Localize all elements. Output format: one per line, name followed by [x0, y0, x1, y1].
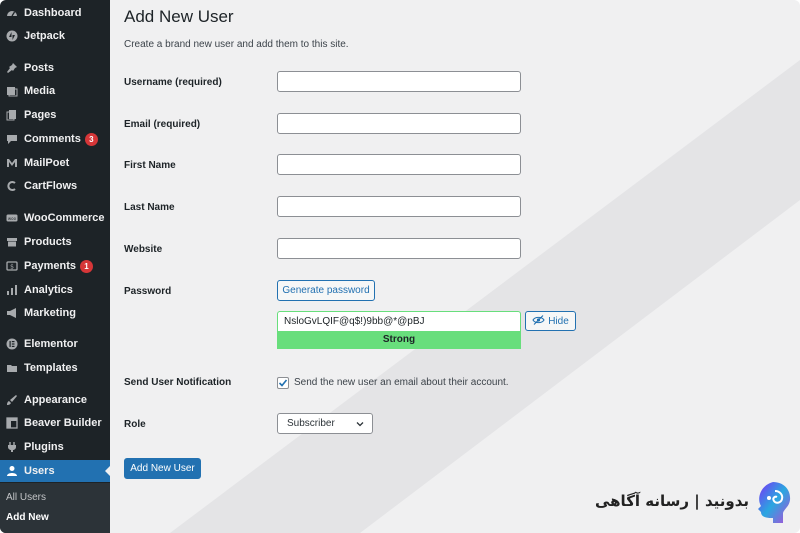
sidebar-item-comments[interactable]: Comments 3: [0, 128, 110, 150]
sidebar-item-woocommerce[interactable]: woo WooCommerce: [0, 207, 110, 229]
sidebar-item-mailpoet[interactable]: MailPoet: [0, 152, 110, 174]
jetpack-icon: [5, 29, 19, 43]
sidebar-item-plugins[interactable]: Plugins: [0, 436, 110, 458]
sidebar-item-label: Beaver Builder: [24, 417, 102, 429]
sidebar-item-label: Marketing: [24, 307, 76, 319]
sidebar-item-dashboard[interactable]: Dashboard: [0, 2, 110, 24]
checkmark-icon: [278, 379, 288, 387]
sidebar-item-analytics[interactable]: Analytics: [0, 279, 110, 301]
analytics-icon: [5, 283, 19, 297]
comments-count-badge: 3: [84, 132, 98, 146]
notification-label: Send User Notification: [124, 377, 232, 388]
sidebar-item-label: Jetpack: [24, 30, 65, 42]
watermark: بدونید | رسانه آگاهی: [594, 480, 795, 528]
first-name-input[interactable]: [277, 154, 521, 175]
admin-sidebar: Dashboard Jetpack Posts Media Pages Comm…: [0, 0, 110, 533]
elementor-icon: [5, 337, 19, 351]
sidebar-item-label: Comments: [24, 133, 81, 145]
megaphone-icon: [5, 306, 19, 320]
folder-icon: [5, 361, 19, 375]
watermark-text: بدونید | رسانه آگاهی: [594, 492, 749, 510]
submenu-item-all-users[interactable]: All Users: [6, 492, 46, 503]
users-submenu: All Users Add New: [0, 483, 110, 533]
sidebar-item-label: Appearance: [24, 394, 87, 406]
send-notification-checkbox[interactable]: [277, 377, 289, 389]
sidebar-item-label: Analytics: [24, 284, 73, 296]
sidebar-item-pages[interactable]: Pages: [0, 104, 110, 126]
user-icon: [5, 464, 19, 478]
sidebar-item-marketing[interactable]: Marketing: [0, 302, 110, 324]
woocommerce-icon: woo: [5, 211, 19, 225]
cartflows-icon: [5, 179, 19, 193]
sidebar-item-label: Payments: [24, 260, 76, 272]
sidebar-item-label: Dashboard: [24, 7, 82, 19]
sidebar-item-payments[interactable]: $ Payments 1: [0, 255, 110, 277]
website-input[interactable]: [277, 238, 521, 259]
mailpoet-icon: [5, 156, 19, 170]
eye-slash-icon: [532, 314, 545, 328]
chevron-down-icon: [356, 422, 364, 427]
submenu-item-add-new[interactable]: Add New: [6, 512, 49, 523]
hide-password-button[interactable]: Hide: [525, 311, 576, 331]
wp-admin-window: Dashboard Jetpack Posts Media Pages Comm…: [0, 0, 800, 533]
page-title: Add New User: [124, 7, 234, 26]
payments-count-badge: 1: [79, 259, 93, 273]
comment-icon: [5, 132, 19, 146]
sidebar-item-cartflows[interactable]: CartFlows: [0, 175, 110, 197]
sidebar-item-label: Templates: [24, 362, 78, 374]
plug-icon: [5, 440, 19, 454]
payments-icon: $: [5, 259, 19, 273]
last-name-input[interactable]: [277, 196, 521, 217]
password-input[interactable]: [277, 311, 521, 331]
svg-text:$: $: [10, 264, 14, 271]
sidebar-item-label: WooCommerce: [24, 212, 105, 224]
sidebar-item-jetpack[interactable]: Jetpack: [0, 25, 110, 47]
role-label: Role: [124, 419, 146, 430]
website-label: Website: [124, 244, 163, 255]
sidebar-item-label: Pages: [24, 109, 57, 121]
pages-icon: [5, 108, 19, 122]
role-selected-value: Subscriber: [287, 418, 335, 429]
sidebar-item-templates[interactable]: Templates: [0, 357, 110, 379]
sidebar-item-media[interactable]: Media: [0, 80, 110, 102]
username-input[interactable]: [277, 71, 521, 92]
archive-icon: [5, 235, 19, 249]
page-description: Create a brand new user and add them to …: [124, 39, 349, 50]
dashboard-icon: [5, 6, 19, 20]
password-strength-indicator: Strong: [277, 331, 521, 349]
username-label: Username (required): [124, 77, 222, 88]
pin-icon: [5, 61, 19, 75]
role-select[interactable]: Subscriber: [277, 413, 373, 434]
main-content: Add New User Create a brand new user and…: [110, 0, 800, 533]
last-name-label: Last Name: [124, 202, 175, 213]
sidebar-item-label: Users: [24, 465, 55, 477]
brush-icon: [5, 393, 19, 407]
sidebar-item-label: Products: [24, 236, 72, 248]
sidebar-item-label: MailPoet: [24, 157, 70, 169]
sidebar-item-posts[interactable]: Posts: [0, 57, 110, 79]
sidebar-item-users[interactable]: Users: [0, 460, 110, 482]
svg-text:woo: woo: [8, 216, 17, 221]
brain-logo-icon: [758, 482, 791, 523]
email-label: Email (required): [124, 119, 201, 130]
first-name-label: First Name: [124, 160, 176, 171]
sidebar-item-label: Media: [24, 85, 56, 97]
sidebar-item-appearance[interactable]: Appearance: [0, 389, 110, 411]
sidebar-item-label: CartFlows: [24, 180, 78, 192]
sidebar-item-elementor[interactable]: Elementor: [0, 333, 110, 355]
notification-checkbox-text: Send the new user an email about their a…: [294, 377, 509, 388]
add-new-user-button[interactable]: Add New User: [124, 458, 201, 479]
sidebar-item-label: Elementor: [24, 338, 78, 350]
hide-label: Hide: [548, 315, 569, 327]
email-input[interactable]: [277, 113, 521, 134]
sidebar-item-beaver-builder[interactable]: Beaver Builder: [0, 412, 110, 434]
generate-password-button[interactable]: Generate password: [277, 280, 375, 301]
media-icon: [5, 84, 19, 98]
layout-icon: [5, 416, 19, 430]
sidebar-item-products[interactable]: Products: [0, 231, 110, 253]
sidebar-item-label: Posts: [24, 62, 54, 74]
sidebar-item-label: Plugins: [24, 441, 64, 453]
password-label: Password: [124, 286, 172, 297]
